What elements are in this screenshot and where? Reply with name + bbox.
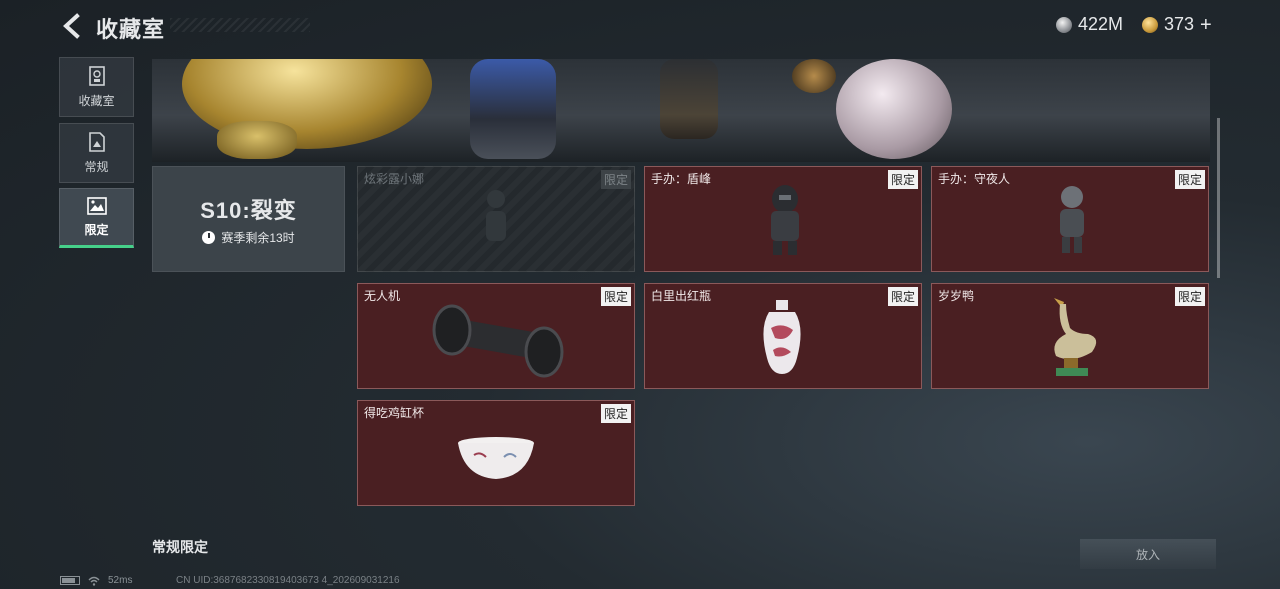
title-decoration <box>170 18 310 32</box>
vase-icon <box>763 300 801 374</box>
golden-turtle-leg-image <box>217 121 297 159</box>
collection-card[interactable]: 手办：盾峰 限定 <box>644 166 922 272</box>
night-watch-figure-icon <box>1060 186 1084 253</box>
device-image <box>792 59 836 93</box>
scrollbar[interactable] <box>1217 118 1220 278</box>
wifi-icon <box>88 576 100 586</box>
armored-figure-image <box>470 59 556 159</box>
silhouette-figure-icon <box>486 190 506 241</box>
bowl-icon <box>458 437 534 479</box>
add-currency-icon[interactable]: + <box>1200 15 1212 35</box>
section-title: 常规限定 <box>152 539 208 555</box>
status-bar: 52ms <box>60 575 132 586</box>
collection-card[interactable]: 得吃鸡缸杯 限定 <box>357 400 635 506</box>
card-name: 得吃鸡缸杯 <box>364 406 425 420</box>
season-title: S10:裂变 <box>200 197 297 223</box>
soldier-figure-image <box>660 59 718 139</box>
sidebar-item-label: 收藏室 <box>78 93 115 108</box>
silver-coin-icon <box>1056 16 1072 33</box>
top-bar: 收藏室 422M 373 + <box>0 0 1280 52</box>
currency-gold-value: 373 <box>1164 14 1195 34</box>
limited-tag: 限定 <box>1174 170 1205 189</box>
card-name: 手办：守夜人 <box>938 172 1011 186</box>
clock-icon <box>202 230 216 244</box>
egg-sculpture-image <box>836 59 952 159</box>
card-name: 岁岁鸭 <box>938 289 975 303</box>
sidebar-item-label: 常规 <box>84 159 109 174</box>
limited-icon <box>86 196 107 215</box>
limited-tag: 限定 <box>600 170 631 189</box>
collection-card[interactable]: 白里出红瓶 限定 <box>644 283 922 389</box>
ping-text: 52ms <box>108 575 133 586</box>
sidebar-item-regular[interactable]: 常规 <box>59 123 134 183</box>
card-name: 无人机 <box>364 289 401 303</box>
limited-tag: 限定 <box>887 170 918 189</box>
card-name: 炫彩露小娜 <box>364 172 425 186</box>
sidebar-item-collection[interactable]: 收藏室 <box>59 57 134 117</box>
season-panel: S10:裂变 赛季剩余13时 <box>152 166 345 272</box>
limited-tag: 限定 <box>887 287 918 306</box>
collection-card[interactable]: 炫彩露小娜 限定 <box>357 166 635 272</box>
currency-gold[interactable]: 373 + <box>1142 14 1212 35</box>
season-time-remaining: 赛季剩余13时 <box>202 229 295 246</box>
collection-banner <box>152 59 1210 162</box>
page-title: 收藏室 <box>96 17 166 42</box>
drone-icon <box>432 304 564 378</box>
shield-figure-icon <box>771 185 799 255</box>
limited-tag: 限定 <box>600 287 631 306</box>
card-name: 白里出红瓶 <box>651 289 712 303</box>
collection-card[interactable]: 无人机 限定 <box>357 283 635 389</box>
card-name: 手办：盾峰 <box>651 172 712 186</box>
currency-silver[interactable]: 422M <box>1056 14 1123 35</box>
currency-silver-value: 422M <box>1078 14 1124 34</box>
collection-card[interactable]: 手办：守夜人 限定 <box>931 166 1209 272</box>
season-remaining-text: 赛季剩余13时 <box>221 230 295 245</box>
collection-card[interactable]: 岁岁鸭 限定 <box>931 283 1209 389</box>
back-arrow-icon[interactable] <box>58 12 86 40</box>
gold-coin-icon <box>1142 16 1158 33</box>
put-in-button[interactable]: 放入 <box>1080 539 1216 569</box>
duck-statue-icon <box>1054 298 1097 376</box>
uid-text: CN UID:3687682330819403673 4_20260903121… <box>176 575 400 586</box>
limited-tag: 限定 <box>600 404 631 423</box>
sidebar-item-label: 限定 <box>84 222 109 237</box>
limited-tag: 限定 <box>1174 287 1205 306</box>
sidebar-item-limited[interactable]: 限定 <box>59 188 134 248</box>
battery-icon <box>60 576 80 585</box>
collection-icon <box>88 65 105 86</box>
regular-icon <box>88 131 105 152</box>
